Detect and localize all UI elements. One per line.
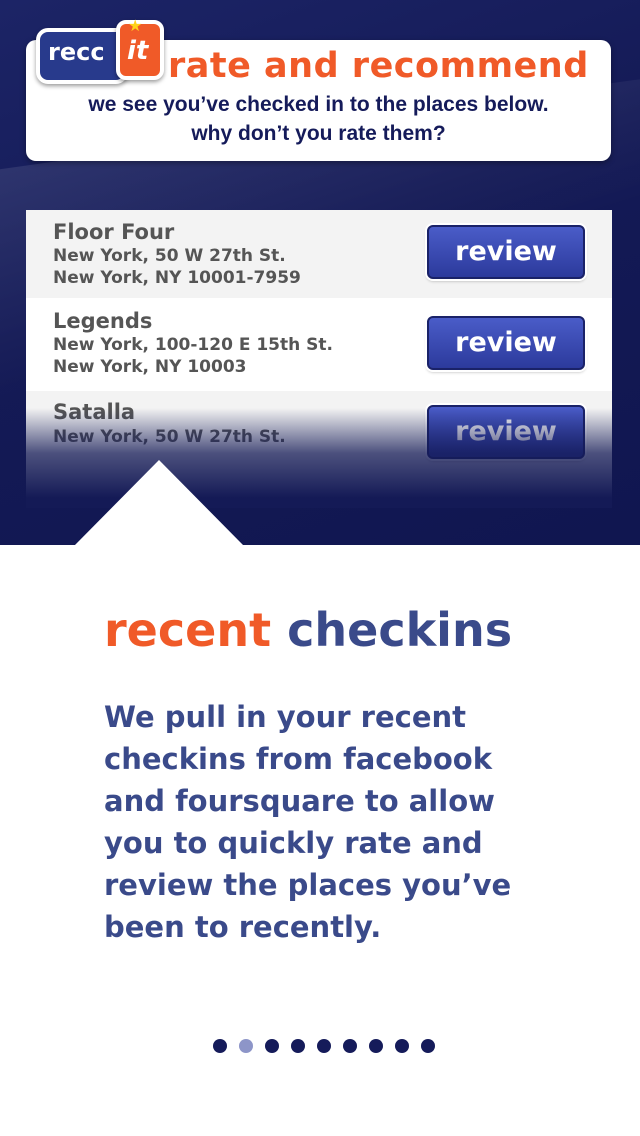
page-dot[interactable]	[421, 1039, 435, 1053]
checkin-address-line2: New York, NY 10003	[53, 357, 247, 377]
page-dot[interactable]	[369, 1039, 383, 1053]
callout-pointer	[74, 460, 244, 545]
section-title-checkins: checkins	[287, 603, 513, 657]
section-title: recent checkins	[104, 603, 604, 657]
review-button[interactable]: review	[427, 405, 585, 459]
checkin-address-line1: New York, 50 W 27th St.	[53, 427, 286, 447]
logo-recc-text: recc	[48, 38, 105, 66]
logo-recc-badge: recc	[36, 28, 128, 84]
section-description: We pull in your recent checkins from fac…	[104, 700, 512, 944]
page-dot[interactable]	[343, 1039, 357, 1053]
page-dot[interactable]	[213, 1039, 227, 1053]
review-button[interactable]: review	[427, 316, 585, 370]
reccit-logo: recc it ★	[36, 16, 166, 86]
checkin-name: Legends	[53, 309, 153, 333]
page-indicator	[213, 1039, 435, 1055]
checkin-address-line1: New York, 50 W 27th St.	[53, 246, 286, 266]
page-dot[interactable]	[291, 1039, 305, 1053]
page-dot[interactable]	[395, 1039, 409, 1053]
section-title-recent: recent	[104, 603, 272, 657]
review-button[interactable]: review	[427, 225, 585, 279]
checkin-row: Legends New York, 100-120 E 15th St. New…	[26, 298, 612, 391]
checkin-name: Satalla	[53, 400, 136, 424]
hero-background: rate and recommend we see you’ve checked…	[0, 0, 640, 545]
header-subtitle: we see you’ve checked in to the places b…	[26, 90, 611, 148]
header-subtitle-line2: why don’t you rate them?	[191, 122, 446, 145]
checkin-address-line1: New York, 100-120 E 15th St.	[53, 335, 333, 355]
star-icon: ★	[128, 16, 143, 35]
checkin-name: Floor Four	[53, 220, 175, 244]
logo-it-text: it	[127, 36, 149, 66]
page-dot[interactable]	[265, 1039, 279, 1053]
header-subtitle-line1: we see you’ve checked in to the places b…	[88, 93, 549, 116]
checkin-address-line2: New York, NY 10001-7959	[53, 268, 301, 288]
header-title: rate and recommend	[168, 46, 589, 86]
page-dot[interactable]	[317, 1039, 331, 1053]
checkin-row: Floor Four New York, 50 W 27th St. New Y…	[26, 210, 612, 298]
checkin-list: Floor Four New York, 50 W 27th St. New Y…	[26, 210, 612, 500]
page-dot-active[interactable]	[239, 1039, 253, 1053]
